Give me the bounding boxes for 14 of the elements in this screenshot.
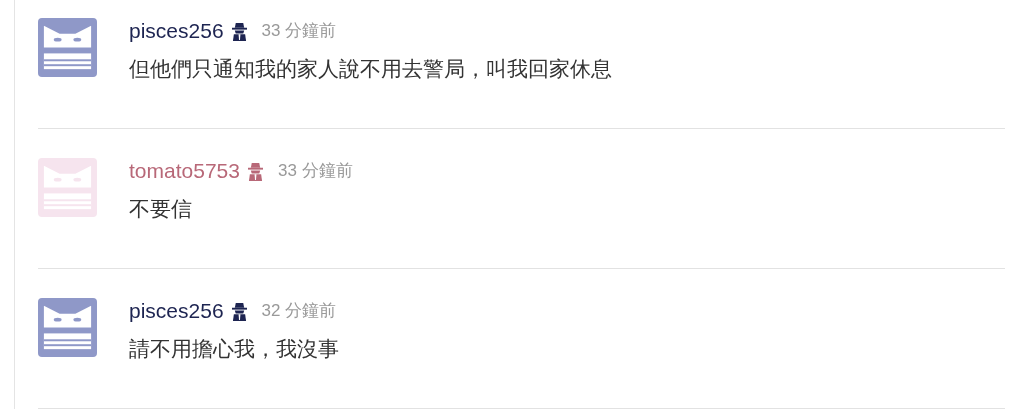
spy-icon <box>231 21 247 41</box>
post-time: 33 分鐘前 <box>277 160 353 182</box>
post-time: 32 分鐘前 <box>261 300 337 322</box>
post-time: 33 分鐘前 <box>261 20 337 42</box>
comment-text: 但他們只通知我的家人說不用去警局，叫我回家休息 <box>129 56 612 82</box>
username-link[interactable]: pisces256 <box>129 298 224 324</box>
username-link[interactable]: pisces256 <box>129 18 224 44</box>
avatar-icon[interactable] <box>38 298 97 357</box>
spy-icon <box>247 161 263 181</box>
spy-icon <box>231 301 247 321</box>
avatar-icon[interactable] <box>38 18 97 77</box>
username-link[interactable]: tomato5753 <box>129 158 240 184</box>
comment-text: 不要信 <box>129 196 193 222</box>
comment-text: 請不用擔心我，我沒事 <box>129 336 339 362</box>
